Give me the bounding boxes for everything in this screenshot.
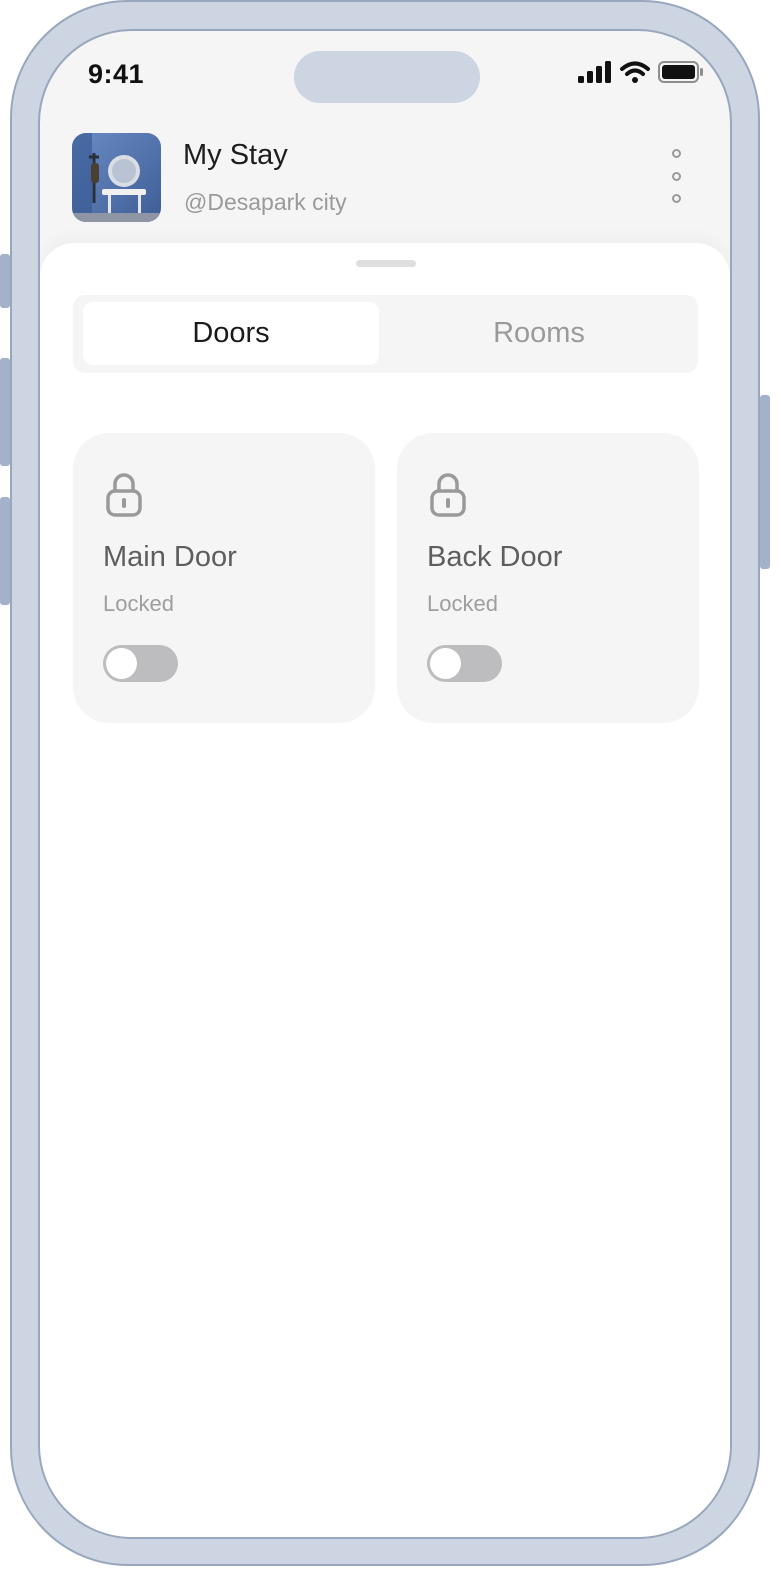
page-title: My Stay	[183, 139, 288, 171]
segmented-control: Doors Rooms	[73, 295, 698, 373]
status-icons	[578, 61, 704, 83]
more-vertical-icon	[671, 149, 681, 158]
toggle-knob	[106, 648, 137, 679]
location-subtitle: @Desapark city	[184, 189, 347, 215]
cellular-signal-icon	[578, 61, 611, 83]
dynamic-island	[294, 51, 480, 103]
lock-toggle[interactable]	[427, 645, 502, 682]
door-card-back[interactable]: Back Door Locked	[397, 433, 699, 723]
door-name: Main Door	[103, 541, 237, 573]
action-button	[0, 254, 10, 308]
lock-icon	[430, 473, 466, 517]
door-card-main[interactable]: Main Door Locked	[73, 433, 375, 723]
door-status: Locked	[427, 591, 498, 616]
battery-icon	[658, 61, 703, 83]
volume-down-button	[0, 497, 10, 605]
property-avatar	[72, 133, 161, 222]
sheet-grabber[interactable]	[356, 260, 416, 267]
wifi-icon	[620, 61, 650, 83]
phone-screen: 9:41 My Stay @Desapark city Doors Rooms …	[38, 29, 732, 1539]
more-options-button[interactable]	[658, 149, 694, 203]
property-photo	[72, 133, 161, 222]
tab-rooms[interactable]: Rooms	[391, 302, 687, 365]
status-time: 9:41	[88, 59, 145, 89]
lock-icon	[106, 473, 142, 517]
bottom-sheet: Doors Rooms Main Door Locked Back Door L…	[40, 243, 730, 1537]
door-name: Back Door	[427, 541, 563, 573]
toggle-knob	[430, 648, 461, 679]
tab-doors[interactable]: Doors	[83, 302, 379, 365]
power-button	[760, 395, 770, 569]
door-status: Locked	[103, 591, 174, 616]
volume-up-button	[0, 358, 10, 466]
lock-toggle[interactable]	[103, 645, 178, 682]
